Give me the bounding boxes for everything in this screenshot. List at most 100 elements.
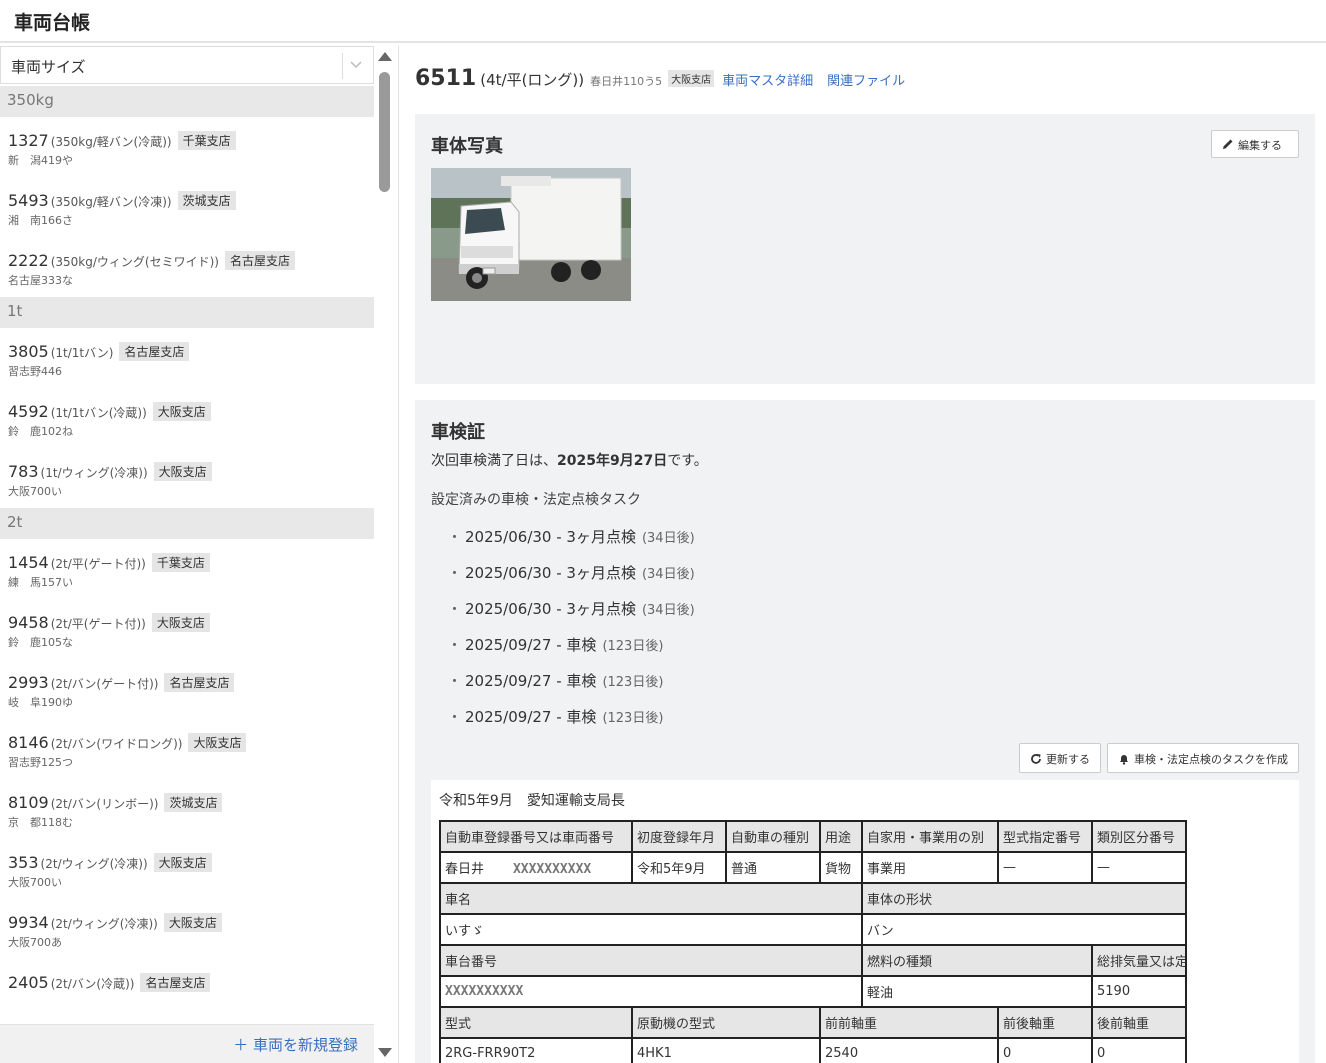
vehicle-item-number: 2993 bbox=[8, 673, 49, 692]
vehicle-item-plate: 鈴 鹿105な bbox=[8, 636, 73, 649]
vehicle-list-item[interactable]: 9934 (2t/ウィング(冷凍)) 大阪支店 大阪700あ bbox=[0, 899, 374, 959]
group-header: 1t bbox=[0, 297, 374, 328]
vehicle-item-plate: 京 都118む bbox=[8, 816, 73, 829]
vehicle-item-type: (350kg/ウィング(セミワイド)) bbox=[50, 255, 219, 269]
vehicle-size-filter-select[interactable]: 車両サイズ bbox=[0, 46, 374, 84]
bullet-icon: ・ bbox=[447, 528, 463, 546]
vehicle-list-item[interactable]: 2993 (2t/バン(ゲート付)) 名古屋支店岐 阜190ゆ bbox=[0, 659, 374, 719]
sidebar-scrollbar[interactable] bbox=[376, 46, 394, 1063]
task-days-after: (34日後) bbox=[641, 603, 695, 618]
vehicle-item-line: 4592 (1t/1tバン(冷蔵)) 大阪支店 bbox=[8, 402, 366, 421]
add-bar: ＋ 車両を新規登録 bbox=[0, 1024, 374, 1063]
vehicle-item-plate: 岐 阜190ゆ bbox=[8, 696, 73, 709]
vehicle-item-line: 353 (2t/ウィング(冷凍)) 大阪支店 bbox=[8, 853, 366, 872]
vehicle-item-number: 1327 bbox=[8, 131, 49, 150]
scroll-thumb[interactable] bbox=[379, 72, 390, 192]
cell-plate: 春日井 XXXXXXXXXX bbox=[439, 851, 633, 884]
scroll-up-arrow-icon[interactable] bbox=[378, 52, 392, 61]
vehicle-item-line: 2222 (350kg/ウィング(セミワイド)) 名古屋支店 bbox=[8, 251, 366, 270]
vehicle-list-item[interactable]: 353 (2t/ウィング(冷凍)) 大阪支店大阪700い bbox=[0, 839, 374, 899]
task-days-after: (123日後) bbox=[602, 675, 664, 690]
vehicle-header: 6511 (4t/平(ロング)) 春日井110う5 大阪支店 車両マスタ詳細 関連ファイル bbox=[415, 66, 905, 91]
bullet-icon: ・ bbox=[447, 636, 463, 654]
vehicle-item-plate: 大阪700あ bbox=[8, 936, 62, 949]
body-photo-title: 車体写真 bbox=[431, 136, 503, 157]
cell-class-no: — bbox=[1091, 851, 1187, 884]
vehicle-list-item[interactable]: 9458 (2t/平(ゲート付)) 大阪支店鈴 鹿105な bbox=[0, 599, 374, 659]
vehicle-item-plate: 習志野125つ bbox=[8, 756, 73, 769]
vehicle-list-item[interactable]: 783 (1t/ウィング(冷凍)) 大阪支店 大阪700い bbox=[0, 448, 374, 508]
vehicle-item-line: 9934 (2t/ウィング(冷凍)) 大阪支店 bbox=[8, 913, 366, 932]
cell-use: 貨物 bbox=[819, 851, 863, 884]
vehicle-list-item[interactable]: 4592 (1t/1tバン(冷蔵)) 大阪支店鈴 鹿102ね bbox=[0, 388, 374, 448]
task-name: 3ヶ月点検 bbox=[566, 564, 636, 582]
scroll-down-arrow-icon[interactable] bbox=[378, 1048, 392, 1057]
vehicle-master-link[interactable]: 車両マスタ詳細 bbox=[722, 74, 813, 89]
vehicle-item-type: (1t/1tバン(冷蔵)) bbox=[50, 406, 147, 420]
front-rear-axle-header: 前後軸重 bbox=[997, 1006, 1093, 1039]
vehicle-item-type: (2t/バン(ゲート付)) bbox=[50, 677, 159, 691]
vehicle-item-line: 3805 (1t/1tバン) 名古屋支店 bbox=[8, 342, 366, 361]
bullet-icon: ・ bbox=[447, 672, 463, 690]
vehicle-item-type: (2t/バン(リンボー)) bbox=[50, 797, 159, 811]
related-files-link[interactable]: 関連ファイル bbox=[827, 74, 905, 89]
bell-icon bbox=[1120, 755, 1128, 765]
vehicle-list-item[interactable]: 1454 (2t/平(ゲート付)) 千葉支店練 馬157い bbox=[0, 539, 374, 599]
vehicle-item-type: (1t/1tバン) bbox=[50, 346, 114, 360]
task-sep: - bbox=[551, 708, 567, 726]
certificate-header-cell: 自動車の種別 bbox=[725, 820, 821, 853]
create-inspection-task-button[interactable]: 車検・法定点検のタスクを作成 bbox=[1107, 743, 1299, 773]
plate-mask: XXXXXXXXXX bbox=[512, 862, 592, 877]
certificate-row-model-headers: 型式 原動機の型式 前前軸重 前後軸重 後前軸重 bbox=[439, 1006, 1187, 1039]
vehicle-item-type: (2t/バン(ワイドロング)) bbox=[50, 737, 183, 751]
inspection-task-item: ・ 2025/06/30 - 3ヶ月点検 (34日後) bbox=[447, 562, 695, 598]
filter-value: 車両サイズ bbox=[11, 58, 86, 76]
vehicle-list-item[interactable]: 2222 (350kg/ウィング(セミワイド)) 名古屋支店 名古屋333な bbox=[0, 237, 374, 297]
vehicle-item-plate: 大阪700い bbox=[8, 876, 62, 889]
certificate-table: 自動車登録番号又は車両番号 初度登録年月 自動車の種別 用途 自家用・事業用の別 型式指定… bbox=[439, 820, 1187, 1063]
vehicle-list-item[interactable]: 8109 (2t/バン(リンボー)) 茨城支店京 都118む bbox=[0, 779, 374, 839]
engine-header: 原動機の型式 bbox=[631, 1006, 821, 1039]
inspection-actions: 更新する 車検・法定点検のタスクを作成 bbox=[1013, 743, 1299, 773]
vehicle-list-item[interactable]: 8146 (2t/バン(ワイドロング)) 大阪支店 習志野125つ bbox=[0, 719, 374, 779]
expiry-date: 2025年9月27日 bbox=[557, 453, 668, 469]
vehicle-item-number: 783 bbox=[8, 462, 39, 481]
cell-first-reg: 令和5年9月 bbox=[631, 851, 727, 884]
body-photo-panel: 車体写真 編集する bbox=[415, 114, 1315, 384]
task-sep: - bbox=[551, 528, 567, 546]
vehicle-item-number: 2405 bbox=[8, 973, 49, 992]
displacement-header: 総排気量又は定格出力 bbox=[1091, 944, 1187, 977]
vehicle-list-item[interactable]: 1327 (350kg/軽バン(冷蔵)) 千葉支店新 潟419や bbox=[0, 117, 374, 177]
vehicle-item-branch-badge: 千葉支店 bbox=[151, 553, 210, 572]
chassis-mask: XXXXXXXXXX bbox=[445, 984, 524, 999]
vehicle-item-line: 1327 (350kg/軽バン(冷蔵)) 千葉支店 bbox=[8, 131, 366, 150]
vehicle-item-branch-badge: 名古屋支店 bbox=[140, 973, 211, 992]
task-name: 3ヶ月点検 bbox=[566, 600, 636, 618]
chevron-down-icon[interactable] bbox=[349, 57, 363, 71]
vehicle-item-type: (350kg/軽バン(冷蔵)) bbox=[50, 135, 172, 149]
task-days-after: (34日後) bbox=[641, 531, 695, 546]
vehicle-item-branch-badge: 大阪支店 bbox=[163, 913, 222, 932]
engine-value: 4HK1 bbox=[631, 1037, 821, 1063]
inspection-task-item: ・ 2025/06/30 - 3ヶ月点検 (34日後) bbox=[447, 526, 695, 562]
vehicle-item-number: 8109 bbox=[8, 793, 49, 812]
chassis-header: 車台番号 bbox=[439, 944, 863, 977]
edit-photo-button[interactable]: 編集する bbox=[1211, 130, 1299, 158]
vehicle-item-plate: 練 馬157い bbox=[8, 576, 73, 589]
vehicle-item-line: 8109 (2t/バン(リンボー)) 茨城支店 bbox=[8, 793, 366, 812]
refresh-button[interactable]: 更新する bbox=[1019, 743, 1101, 773]
vehicle-list-item[interactable]: 3805 (1t/1tバン) 名古屋支店 習志野446 bbox=[0, 328, 374, 388]
task-name: 3ヶ月点検 bbox=[566, 528, 636, 546]
vehicle-number: 6511 bbox=[415, 66, 477, 91]
task-days-after: (34日後) bbox=[641, 567, 695, 582]
vehicle-item-type: (2t/ウィング(冷凍)) bbox=[50, 917, 158, 931]
group-header: 350kg bbox=[0, 86, 374, 117]
certificate-row-chassis-headers: 車台番号 燃料の種類 総排気量又は定格出力 bbox=[439, 944, 1187, 977]
add-vehicle-button[interactable]: ＋ 車両を新規登録 bbox=[233, 1034, 358, 1055]
task-list: ・ 2025/06/30 - 3ヶ月点検 (34日後) ・ 2025/06/30 - 3… bbox=[447, 526, 695, 742]
vehicle-item-number: 5493 bbox=[8, 191, 49, 210]
truck-photo[interactable] bbox=[431, 168, 631, 301]
vehicle-list-item[interactable]: 5493 (350kg/軽バン(冷凍)) 茨城支店湘 南166さ bbox=[0, 177, 374, 237]
certificate-header-cell: 用途 bbox=[819, 820, 863, 853]
vehicle-list-item[interactable]: 2405 (2t/バン(冷蔵)) 名古屋支店 bbox=[0, 959, 374, 1019]
